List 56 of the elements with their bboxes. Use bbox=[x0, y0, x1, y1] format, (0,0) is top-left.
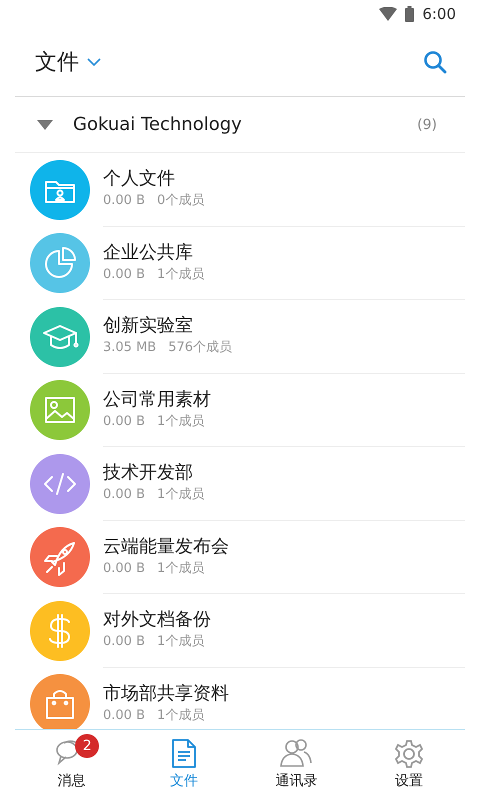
library-size: 0.00 B bbox=[103, 486, 145, 504]
gear-icon bbox=[392, 738, 425, 770]
people-icon bbox=[280, 738, 312, 770]
tab-button[interactable]: 文件 bbox=[128, 730, 240, 800]
folder-icon bbox=[30, 160, 90, 220]
member-count: 0个成员 bbox=[157, 192, 204, 210]
unread-badge: 2 bbox=[75, 734, 100, 758]
library-name: 对外文档备份 bbox=[103, 608, 212, 632]
member-count: 1个成员 bbox=[157, 486, 204, 504]
battery-icon bbox=[405, 6, 414, 22]
library-item[interactable]: 云端能量发布会 0.00 B 1个成员 bbox=[0, 520, 480, 594]
title-dropdown[interactable]: 文件 bbox=[35, 47, 101, 77]
library-name: 技术开发部 bbox=[103, 461, 194, 486]
library-name: 企业公共库 bbox=[103, 240, 194, 265]
group-name[interactable]: Gokuai Technology bbox=[73, 114, 418, 135]
rocket-icon bbox=[30, 527, 90, 588]
pie-chart-icon bbox=[30, 233, 90, 294]
library-name: 市场部共享资料 bbox=[103, 682, 230, 706]
library-name: 公司常用素材 bbox=[103, 388, 212, 412]
library-size: 0.00 B bbox=[103, 192, 145, 210]
tab-button[interactable]: 通讯录 bbox=[240, 730, 352, 800]
dollar-sign-icon bbox=[30, 600, 90, 661]
code-icon bbox=[30, 454, 90, 514]
library-item[interactable]: 个人文件 0.00 B 0个成员 bbox=[0, 153, 480, 226]
chevron-down-icon bbox=[87, 58, 101, 66]
library-size: 0.00 B bbox=[103, 266, 145, 284]
library-size: 0.00 B bbox=[103, 633, 145, 652]
group-count: (9) bbox=[417, 116, 437, 132]
tab-button[interactable]: 设置 bbox=[352, 730, 465, 800]
library-size: 0.00 B bbox=[103, 560, 145, 578]
library-size: 0.00 B bbox=[103, 412, 145, 431]
library-item[interactable]: 创新实验室 3.05 MB 576个成员 bbox=[0, 300, 480, 374]
clock-time: 6:00 bbox=[422, 5, 456, 23]
graduation-cap-icon bbox=[30, 306, 90, 367]
image-icon bbox=[30, 380, 90, 440]
library-name: 创新实验室 bbox=[103, 314, 194, 338]
member-count: 1个成员 bbox=[157, 560, 204, 578]
library-item[interactable]: 公司常用素材 0.00 B 1个成员 bbox=[0, 374, 480, 447]
member-count: 576个成员 bbox=[168, 339, 232, 358]
shopping-bag-icon bbox=[30, 674, 90, 729]
library-name: 云端能量发布会 bbox=[103, 534, 230, 559]
library-item[interactable]: 对外文档备份 0.00 B 1个成员 bbox=[0, 594, 480, 668]
tab-button[interactable]: 2 消息 bbox=[15, 730, 128, 800]
library-item[interactable]: 技术开发部 0.00 B 1个成员 bbox=[0, 447, 480, 520]
library-size: 0.00 B bbox=[103, 706, 145, 725]
member-count: 1个成员 bbox=[157, 412, 204, 431]
search-button[interactable] bbox=[423, 50, 447, 74]
member-count: 1个成员 bbox=[157, 266, 204, 284]
member-count: 1个成员 bbox=[157, 633, 204, 652]
library-size: 3.05 MB bbox=[103, 339, 156, 358]
library-item[interactable]: 市场部共享资料 0.00 B 1个成员 bbox=[0, 668, 480, 729]
library-item[interactable]: 企业公共库 0.00 B 1个成员 bbox=[0, 226, 480, 300]
collapse-triangle-icon[interactable] bbox=[37, 120, 53, 130]
library-name: 个人文件 bbox=[103, 167, 176, 192]
member-count: 1个成员 bbox=[157, 706, 204, 725]
wifi-icon bbox=[379, 7, 398, 21]
